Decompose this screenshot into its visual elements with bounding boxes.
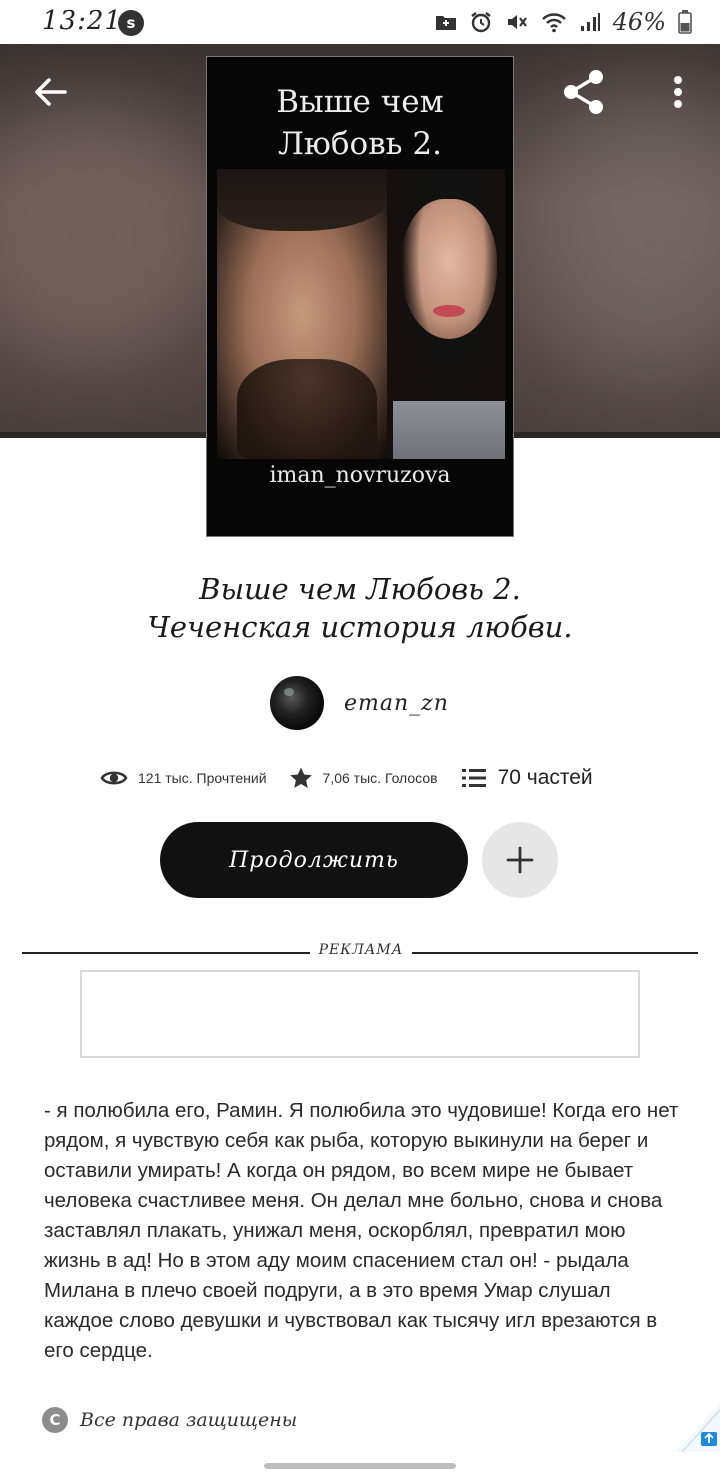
more-options-button[interactable]: [656, 64, 700, 120]
book-cover[interactable]: Выше чем Любовь 2. iman_novruzova: [206, 56, 514, 537]
cover-portrait-woman: [387, 169, 505, 459]
portrait-beard: [237, 359, 377, 459]
cover-title-line: Любовь 2.: [278, 126, 442, 162]
backdrop-blur: [520, 84, 720, 384]
portrait-hair: [217, 169, 387, 231]
story-title-line: Чеченская история любви.: [147, 610, 573, 644]
share-button[interactable]: [556, 64, 612, 120]
cover-title: Выше чем Любовь 2.: [207, 81, 513, 165]
votes-count: 7,06 тыс. Голосов: [322, 770, 438, 786]
home-indicator[interactable]: [264, 1463, 456, 1469]
votes-stat: 7,06 тыс. Голосов: [289, 766, 438, 790]
list-icon: [461, 769, 486, 787]
status-bar: 13:21 s 46%: [0, 0, 720, 44]
share-icon: [564, 70, 603, 114]
cover-author: iman_novruzova: [269, 463, 451, 488]
parts-count[interactable]: 70 частей: [498, 766, 593, 790]
star-icon: [289, 767, 312, 788]
backdrop-blur: [0, 104, 220, 364]
corner-badge-icon[interactable]: [676, 1404, 720, 1452]
copyright-text: Все права защищены: [80, 1409, 298, 1431]
divider: [412, 952, 698, 954]
avatar[interactable]: [270, 676, 324, 730]
cover-photo: [217, 169, 505, 459]
story-description: - я полюбила его, Рамин. Я полюбила это …: [44, 1099, 679, 1362]
cover-portrait-man: [217, 169, 387, 459]
author-link[interactable]: eman_zn: [270, 676, 449, 730]
battery-percent: 46%: [612, 8, 666, 36]
parts-stat[interactable]: 70 частей: [461, 766, 593, 790]
mute-icon: [507, 15, 527, 29]
story-title-line: Выше чем Любовь 2.: [199, 572, 521, 606]
status-time: 13:21: [42, 6, 122, 36]
notification-app-icon: s: [118, 10, 144, 36]
cover-title-line: Выше чем: [276, 84, 444, 120]
divider: [22, 952, 310, 954]
eye-icon: [100, 771, 128, 785]
continue-reading-button[interactable]: Продолжить: [160, 822, 468, 898]
story-title: Выше чем Любовь 2. Чеченская история люб…: [60, 570, 660, 646]
signal-icon: [580, 13, 600, 31]
reads-count: 121 тыс. Прочтений: [138, 770, 267, 786]
copyright: C Все права защищены: [42, 1404, 297, 1436]
plus-icon: [506, 846, 534, 874]
add-to-library-button[interactable]: [482, 822, 558, 898]
portrait-lips: [433, 305, 465, 317]
ad-banner[interactable]: [80, 970, 640, 1058]
ad-label: РЕКЛАМА: [318, 942, 404, 958]
status-icons: 46%: [435, 8, 692, 36]
back-button[interactable]: [24, 66, 76, 118]
avatar-detail: [284, 688, 294, 696]
battery-icon: [678, 10, 692, 34]
story-stats: 121 тыс. Прочтений 7,06 тыс. Голосов 70 …: [100, 760, 640, 796]
arrow-left-icon: [35, 78, 67, 106]
alarm-icon: [470, 12, 491, 33]
copyright-icon: C: [42, 1407, 68, 1433]
wifi-icon: [541, 13, 566, 33]
author-name[interactable]: eman_zn: [344, 691, 449, 716]
more-vertical-icon: [674, 76, 682, 108]
portrait-shirt: [393, 401, 505, 459]
folder-icon: [435, 16, 456, 30]
reads-stat: 121 тыс. Прочтений: [100, 768, 267, 788]
